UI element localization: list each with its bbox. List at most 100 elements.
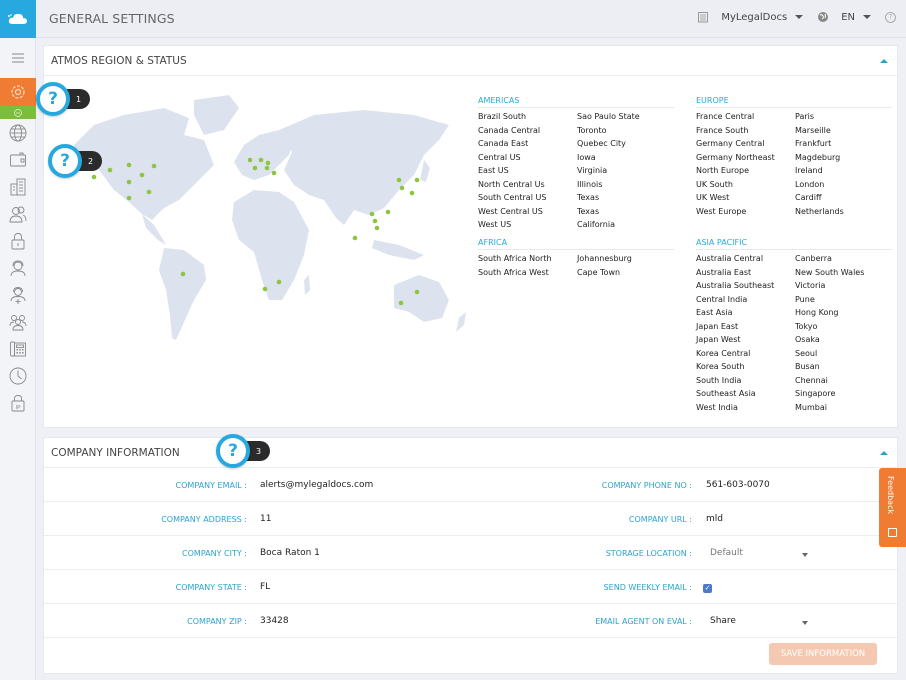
company-phone-label: COMPANY PHONE NO :	[601, 481, 692, 490]
company-zip-field[interactable]: 33428	[260, 616, 289, 626]
landmass-greenland	[194, 95, 239, 135]
landmass-south-america	[159, 248, 206, 340]
region-location: Tokyo	[795, 321, 818, 331]
region-location: Magdeburg	[795, 152, 841, 162]
datacenter-dot	[107, 167, 113, 173]
globe-icon	[818, 12, 829, 22]
region-location: Seoul	[795, 348, 818, 358]
region-location: Mumbai	[795, 402, 827, 412]
storage-location-chevron-down-icon[interactable]	[802, 553, 808, 557]
region-location: Texas	[577, 193, 600, 203]
company-email-field[interactable]: alerts@mylegaldocs.com	[260, 480, 373, 490]
company-email-label: COMPANY EMAIL :	[175, 481, 247, 490]
help-question-icon: ?	[48, 144, 82, 178]
language-selector[interactable]: EN	[841, 12, 855, 23]
sidebar-item-groups[interactable]	[0, 308, 36, 335]
company-state-field[interactable]: FL	[260, 582, 270, 592]
help-bubble-1[interactable]: ? 1	[36, 82, 91, 116]
sidebar-item-hours[interactable]	[0, 362, 36, 389]
help-bubble-2[interactable]: ? 2	[48, 144, 103, 178]
sidebar-item-ip-lock[interactable]: IP	[0, 389, 36, 416]
sidebar-item-security[interactable]	[0, 227, 36, 254]
region-location: California	[577, 220, 615, 230]
sidebar-item-company[interactable]	[0, 173, 36, 200]
group-icon	[9, 314, 27, 330]
region-name: Korea South	[696, 362, 745, 372]
cloud-icon	[8, 13, 27, 24]
sidebar-item-billing[interactable]	[0, 146, 36, 173]
collapse-chevron-up-icon[interactable]	[880, 451, 888, 455]
ip-lock-icon: IP	[11, 394, 25, 411]
sidebar-item-region[interactable]	[0, 119, 36, 146]
storage-location-select[interactable]: Default	[710, 548, 743, 558]
email-agent-on-eval-select[interactable]: Share	[710, 616, 736, 626]
help-question-icon: ?	[36, 82, 70, 116]
datacenter-dot	[399, 185, 405, 191]
region-row: East US Virginia	[478, 164, 674, 178]
sidebar-item-users[interactable]	[0, 200, 36, 227]
region-row: Southeast Asia Singapore	[696, 387, 892, 401]
region-panel-header[interactable]: ATMOS REGION & STATUS	[44, 46, 897, 76]
region-name: North Europe	[696, 166, 750, 176]
form-row: COMPANY CITY : Boca Raton 1 STORAGE LOCA…	[44, 536, 897, 570]
company-chevron-down-icon[interactable]	[795, 15, 804, 19]
region-name: Germany Northeast	[696, 152, 775, 162]
company-panel: COMPANY INFORMATION COMPANY EMAIL : aler…	[43, 437, 898, 674]
save-information-button[interactable]: SAVE INFORMATION	[769, 643, 877, 665]
datacenter-dot	[414, 289, 420, 295]
map-landmass	[74, 95, 466, 340]
email-agent-chevron-down-icon[interactable]	[802, 621, 808, 625]
company-address-field[interactable]: 11	[260, 514, 271, 524]
landmass-madagascar	[304, 275, 310, 295]
logo[interactable]	[0, 0, 36, 38]
feedback-tab[interactable]: Feedback	[879, 468, 906, 547]
region-row: Central US Iowa	[478, 151, 674, 165]
region-location: Ireland	[795, 166, 823, 176]
datacenter-dot	[396, 177, 402, 183]
send-weekly-email-label: SEND WEEKLY EMAIL :	[603, 583, 692, 592]
form-row: COMPANY STATE : FL SEND WEEKLY EMAIL : ✓	[44, 570, 897, 604]
region-name: Japan West	[696, 335, 741, 345]
sidebar-item-agent-add[interactable]	[0, 281, 36, 308]
region-location: Frankfurt	[795, 139, 832, 149]
collapse-chevron-up-icon[interactable]	[880, 59, 888, 63]
region-name: Australia East	[696, 267, 752, 277]
region-row: North Europe Ireland	[696, 164, 892, 178]
email-agent-on-eval-label: EMAIL AGENT ON EVAL :	[595, 617, 692, 626]
region-name: France Central	[696, 112, 755, 122]
region-location: Singapore	[795, 389, 836, 399]
company-zip-label: COMPANY ZIP :	[187, 617, 247, 626]
datacenter-dot	[262, 286, 268, 292]
company-city-label: COMPANY CITY :	[182, 549, 247, 558]
language-chevron-down-icon[interactable]	[863, 15, 871, 19]
sidebar-item-phone[interactable]	[0, 335, 36, 362]
company-address-label: COMPANY ADDRESS :	[161, 515, 247, 524]
sidebar-menu-toggle[interactable]	[0, 38, 36, 78]
datacenter-dot	[398, 300, 404, 306]
company-selector[interactable]: MyLegalDocs	[721, 12, 787, 23]
region-name: Central US	[478, 152, 521, 162]
sidebar-item-general-settings[interactable]	[0, 78, 36, 106]
help-bubble-3[interactable]: ? 3	[216, 434, 271, 468]
send-weekly-email-checkbox[interactable]: ✓	[703, 584, 712, 593]
plus-circle-icon	[14, 108, 22, 117]
region-location: Cape Town	[577, 267, 621, 277]
datacenter-dot	[385, 209, 391, 215]
help-icon[interactable]: ?	[885, 11, 896, 23]
sidebar-subitem-add[interactable]	[0, 106, 36, 119]
sidebar-item-agent[interactable]	[0, 254, 36, 281]
region-name: UK South	[696, 179, 733, 189]
region-name: West Central US	[478, 206, 543, 216]
company-url-field[interactable]: mld	[706, 514, 723, 524]
region-name: West Europe	[696, 206, 747, 216]
datacenter-dot	[265, 160, 271, 166]
company-phone-field[interactable]: 561-603-0070	[706, 480, 770, 490]
datacenter-dot	[276, 279, 282, 285]
company-city-field[interactable]: Boca Raton 1	[260, 548, 320, 558]
region-row: Australia East New South Wales	[696, 266, 892, 280]
datacenter-dot	[151, 163, 157, 169]
datacenter-dot	[146, 189, 152, 195]
desk-phone-icon	[10, 341, 26, 356]
svg-text:IP: IP	[16, 405, 22, 411]
company-panel-header[interactable]: COMPANY INFORMATION	[44, 438, 897, 468]
